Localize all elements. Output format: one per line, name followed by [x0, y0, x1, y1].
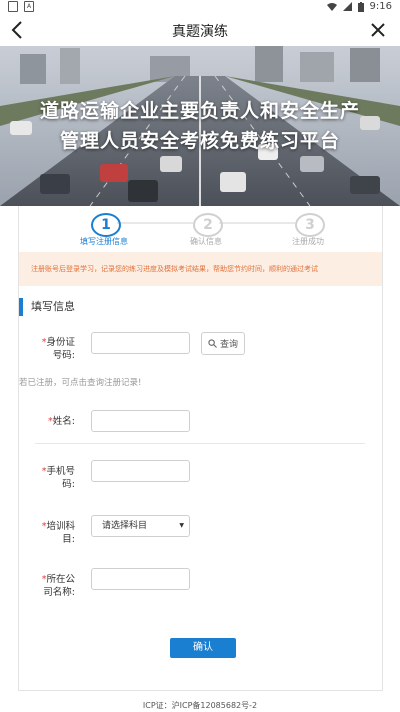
registration-card: 1 填写注册信息 2 确认信息 3 注册成功 注册账号后登录学习，记录您的练习进… [18, 206, 383, 691]
query-hint: 若已注册，可点击查询注册记录! [19, 378, 142, 388]
status-time: 9:16 [369, 1, 392, 12]
a-icon: A [24, 1, 34, 12]
course-label-line-1: 培训科 [46, 521, 75, 532]
status-bar: A 9:16 [0, 0, 400, 14]
banner-line-2: 管理人员安全考核免费练习平台 [59, 130, 340, 152]
close-button[interactable] [366, 18, 390, 42]
gallery-icon [8, 1, 18, 12]
course-select-value: 请选择科目 [102, 521, 148, 531]
search-icon [208, 339, 217, 348]
wifi-icon [326, 3, 337, 11]
banner: 道路运输企业主要负责人和安全生产 管理人员安全考核免费练习平台 [0, 46, 400, 206]
phone-label-line-2: 码: [62, 479, 75, 490]
step-indicator: 1 填写注册信息 2 确认信息 3 注册成功 [19, 206, 382, 250]
banner-title: 道路运输企业主要负责人和安全生产 管理人员安全考核免费练习平台 [0, 96, 400, 156]
close-icon [371, 23, 385, 37]
step-3-circle: 3 [295, 213, 325, 237]
footer-icp: ICP证：沪ICP备12085682号-2 [142, 701, 258, 710]
id-label-line-1: 身份证 [46, 337, 75, 348]
id-label-line-2: 号码: [52, 350, 75, 361]
name-label-text: 姓名: [52, 416, 75, 427]
id-number-label: *身份证 号码: [19, 336, 75, 362]
course-select[interactable]: 请选择科目 ▼ [91, 515, 190, 537]
phone-input[interactable] [91, 460, 190, 482]
query-button-label: 查询 [219, 340, 238, 350]
step-1-circle: 1 [91, 213, 121, 237]
step-1-label: 填写注册信息 [80, 237, 128, 246]
name-label: *姓名: [19, 415, 75, 428]
phone-label-line-1: 手机号 [46, 466, 75, 477]
step-2-label: 确认信息 [190, 237, 222, 246]
phone-label: *手机号 码: [19, 465, 75, 491]
battery-icon [357, 1, 364, 12]
query-button[interactable]: 查询 [201, 332, 245, 355]
course-label-line-2: 目: [62, 534, 75, 545]
company-label-line-2: 司名称: [43, 587, 75, 598]
notice-banner: 注册账号后登录学习，记录您的练习进度及模拟考试结果，帮助您节约时间，顺利的通过考… [19, 252, 382, 286]
signal-icon [342, 2, 352, 11]
company-label: *所在公 司名称: [19, 573, 75, 599]
section-title: 填写信息 [19, 298, 75, 316]
step-2-circle: 2 [193, 213, 223, 237]
banner-line-1: 道路运输企业主要负责人和安全生产 [39, 100, 360, 122]
divider [35, 443, 365, 444]
name-input[interactable] [91, 410, 190, 432]
company-input[interactable] [91, 568, 190, 590]
course-label: *培训科 目: [19, 520, 75, 546]
dropdown-arrow-icon: ▼ [179, 522, 184, 529]
confirm-button[interactable]: 确认 [170, 638, 236, 658]
page-title: 真题演练 [172, 24, 228, 40]
company-label-line-1: 所在公 [46, 574, 75, 585]
title-bar: 真题演练 [0, 14, 400, 46]
id-number-input[interactable] [91, 332, 190, 354]
step-3-label: 注册成功 [292, 237, 324, 246]
